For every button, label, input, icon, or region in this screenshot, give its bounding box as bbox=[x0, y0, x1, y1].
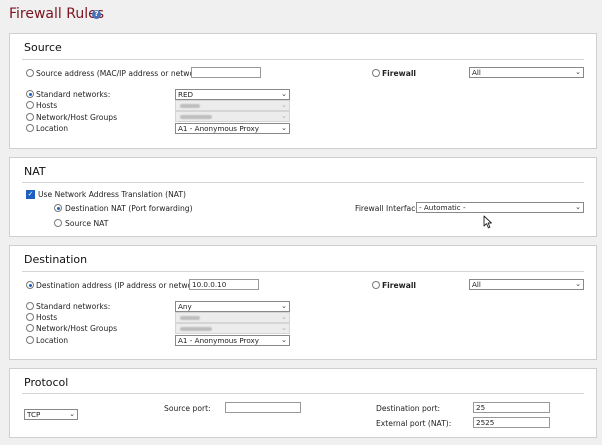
destination-panel: Destination Destination address (IP addr… bbox=[9, 245, 597, 360]
destination-hosts-label: Hosts bbox=[36, 313, 58, 322]
source-panel: Source Source address (MAC/IP address or… bbox=[9, 33, 597, 149]
help-icon[interactable]: ? bbox=[92, 10, 101, 19]
destination-firewall-select[interactable]: All ⌄ bbox=[469, 279, 584, 290]
chevron-down-icon: ⌄ bbox=[281, 313, 287, 321]
source-title: Source bbox=[24, 41, 62, 54]
chevron-down-icon: ⌄ bbox=[281, 112, 287, 120]
divider bbox=[22, 182, 584, 183]
firewall-interface-label: Firewall Interface: bbox=[355, 204, 423, 213]
source-standard-networks-value: RED bbox=[178, 90, 194, 99]
source-address-label: Source address (MAC/IP address or networ… bbox=[36, 69, 208, 78]
destination-standard-networks-radio[interactable] bbox=[26, 302, 34, 310]
destination-standard-networks-value: Any bbox=[178, 302, 192, 311]
source-groups-select[interactable]: ⌄ bbox=[175, 111, 290, 122]
destination-port-input[interactable]: 25 bbox=[473, 402, 550, 413]
destination-standard-networks-label: Standard networks: bbox=[36, 302, 111, 311]
redacted-value bbox=[180, 327, 212, 331]
chevron-down-icon: ⌄ bbox=[69, 410, 75, 418]
chevron-down-icon: ⌄ bbox=[281, 101, 287, 109]
source-groups-radio[interactable] bbox=[26, 113, 34, 121]
source-hosts-select[interactable]: ⌄ bbox=[175, 100, 290, 111]
destination-standard-networks-select[interactable]: Any ⌄ bbox=[175, 301, 290, 312]
destination-location-radio[interactable] bbox=[26, 336, 34, 344]
firewall-interface-select[interactable]: - Automatic - ⌄ bbox=[416, 202, 584, 213]
redacted-value bbox=[180, 115, 212, 119]
destination-groups-select[interactable]: ⌄ bbox=[175, 323, 290, 334]
source-firewall-select[interactable]: All ⌄ bbox=[469, 67, 584, 78]
nat-title: NAT bbox=[24, 165, 46, 178]
destination-nat-label: Destination NAT (Port forwarding) bbox=[65, 204, 193, 213]
source-address-radio[interactable] bbox=[26, 69, 34, 77]
destination-port-label: Destination port: bbox=[376, 404, 441, 413]
source-firewall-value: All bbox=[472, 68, 481, 77]
use-nat-checkbox[interactable]: ✓ bbox=[26, 190, 35, 199]
destination-hosts-select[interactable]: ⌄ bbox=[175, 312, 290, 323]
destination-groups-radio[interactable] bbox=[26, 324, 34, 332]
redacted-value bbox=[180, 316, 200, 320]
destination-title: Destination bbox=[24, 253, 88, 266]
divider bbox=[22, 393, 584, 394]
chevron-down-icon: ⌄ bbox=[281, 90, 287, 98]
protocol-select[interactable]: TCP ⌄ bbox=[24, 409, 78, 420]
destination-address-radio[interactable] bbox=[26, 281, 34, 289]
chevron-down-icon: ⌄ bbox=[281, 302, 287, 310]
source-standard-networks-radio[interactable] bbox=[26, 90, 34, 98]
page-title: Firewall Rules bbox=[9, 6, 105, 22]
source-port-label: Source port: bbox=[164, 404, 211, 413]
protocol-value: TCP bbox=[27, 410, 41, 419]
source-location-select[interactable]: A1 - Anonymous Proxy ⌄ bbox=[175, 123, 290, 134]
destination-nat-radio[interactable] bbox=[54, 204, 62, 212]
chevron-down-icon: ⌄ bbox=[281, 336, 287, 344]
destination-location-select[interactable]: A1 - Anonymous Proxy ⌄ bbox=[175, 335, 290, 346]
source-location-radio[interactable] bbox=[26, 124, 34, 132]
divider bbox=[22, 271, 584, 272]
source-port-input[interactable] bbox=[225, 402, 301, 413]
source-nat-radio[interactable] bbox=[54, 219, 62, 227]
source-location-label: Location bbox=[36, 124, 69, 133]
mouse-cursor-icon bbox=[483, 215, 492, 229]
redacted-value bbox=[180, 104, 200, 108]
destination-firewall-radio[interactable] bbox=[372, 281, 380, 289]
source-address-input[interactable] bbox=[191, 67, 261, 78]
destination-address-label: Destination address (IP address or netwo… bbox=[36, 281, 206, 290]
divider bbox=[22, 59, 584, 60]
chevron-down-icon: ⌄ bbox=[575, 68, 581, 76]
nat-panel: NAT ✓ Use Network Address Translation (N… bbox=[9, 157, 597, 237]
source-hosts-label: Hosts bbox=[36, 101, 58, 110]
external-port-label: External port (NAT): bbox=[376, 419, 452, 428]
destination-firewall-value: All bbox=[472, 280, 481, 289]
external-port-input[interactable]: 2525 bbox=[473, 417, 550, 428]
source-groups-label: Network/Host Groups bbox=[36, 113, 118, 122]
source-firewall-label: Firewall bbox=[382, 69, 417, 78]
firewall-interface-value: - Automatic - bbox=[419, 203, 466, 212]
destination-firewall-label: Firewall bbox=[382, 281, 417, 290]
chevron-down-icon: ⌄ bbox=[575, 280, 581, 288]
chevron-down-icon: ⌄ bbox=[575, 203, 581, 211]
chevron-down-icon: ⌄ bbox=[281, 124, 287, 132]
protocol-panel: Protocol TCP ⌄ Source port: Destination … bbox=[9, 368, 597, 438]
destination-location-value: A1 - Anonymous Proxy bbox=[178, 336, 260, 345]
source-standard-networks-select[interactable]: RED ⌄ bbox=[175, 89, 290, 100]
destination-address-input[interactable]: 10.0.0.10 bbox=[189, 279, 259, 290]
chevron-down-icon: ⌄ bbox=[281, 324, 287, 332]
source-nat-label: Source NAT bbox=[65, 219, 109, 228]
protocol-title: Protocol bbox=[24, 376, 69, 389]
destination-groups-label: Network/Host Groups bbox=[36, 324, 118, 333]
destination-hosts-radio[interactable] bbox=[26, 313, 34, 321]
source-location-value: A1 - Anonymous Proxy bbox=[178, 124, 260, 133]
source-firewall-radio[interactable] bbox=[372, 69, 380, 77]
destination-location-label: Location bbox=[36, 336, 69, 345]
source-standard-networks-label: Standard networks: bbox=[36, 90, 111, 99]
use-nat-label: Use Network Address Translation (NAT) bbox=[38, 190, 187, 199]
source-hosts-radio[interactable] bbox=[26, 101, 34, 109]
